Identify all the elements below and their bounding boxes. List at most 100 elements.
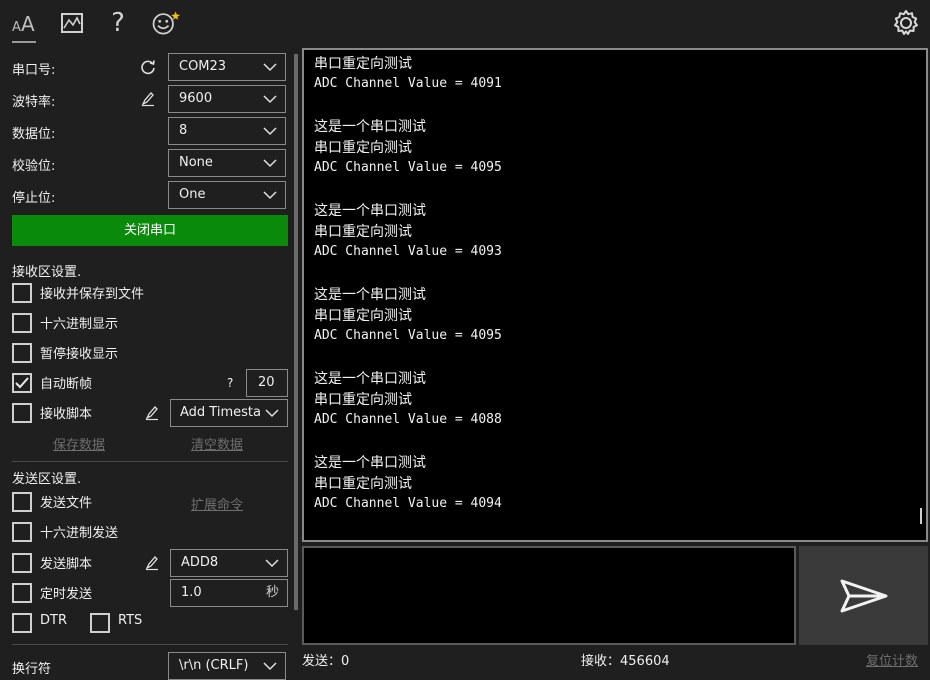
databits-label: 数据位: xyxy=(12,127,56,142)
terminal-line: 这是一个串口测试 xyxy=(314,455,426,471)
auto-frame-input[interactable]: 20 xyxy=(246,369,288,397)
terminal-scrollbar[interactable] xyxy=(920,508,922,524)
edit-icon[interactable] xyxy=(142,553,162,573)
baud-select[interactable]: 9600 xyxy=(168,85,286,113)
settings-icon[interactable] xyxy=(891,8,921,38)
refresh-icon[interactable] xyxy=(138,57,158,77)
active-tab-indicator xyxy=(12,41,36,43)
terminal-line: ADC Channel Value = 4093 xyxy=(314,244,502,259)
pause-display-checkbox[interactable] xyxy=(12,343,32,363)
save-to-file-checkbox[interactable] xyxy=(12,283,32,303)
timed-send-value: 1.0 xyxy=(181,585,202,600)
port-select-value: COM23 xyxy=(179,59,227,74)
send-file-checkbox[interactable] xyxy=(12,492,32,512)
databits-select-value: 8 xyxy=(179,123,188,138)
terminal-line: 这是一个串口测试 xyxy=(314,371,426,387)
save-to-file-label: 接收并保存到文件 xyxy=(40,287,145,302)
baud-label: 波特率: xyxy=(12,95,56,110)
check-icon xyxy=(15,377,29,389)
smiley-icon[interactable] xyxy=(150,8,180,38)
edit-icon[interactable] xyxy=(142,403,162,423)
port-select[interactable]: COM23 xyxy=(168,53,286,81)
send-script-select[interactable]: ADD8 xyxy=(170,549,288,577)
terminal-line: 这是一个串口测试 xyxy=(314,203,426,219)
timed-send-checkbox[interactable] xyxy=(12,583,32,603)
rts-label: RTS xyxy=(118,613,143,628)
svg-text:A: A xyxy=(12,20,21,35)
clear-data-link[interactable]: 清空数据 xyxy=(191,434,243,453)
save-data-link[interactable]: 保存数据 xyxy=(53,434,105,453)
hex-display-checkbox[interactable] xyxy=(12,313,32,333)
chevron-down-icon xyxy=(263,159,277,168)
terminal-line: 串口重定向测试 xyxy=(314,224,412,240)
receive-script-select[interactable]: Add Timesta xyxy=(170,399,288,427)
newline-select[interactable]: \r\n (CRLF) xyxy=(168,652,286,680)
chart-icon[interactable] xyxy=(57,8,87,38)
terminal-line: ADC Channel Value = 4091 xyxy=(314,76,502,91)
stopbits-label: 停止位: xyxy=(12,191,56,206)
port-label: 串口号: xyxy=(12,63,56,78)
send-input[interactable] xyxy=(302,546,796,645)
font-icon[interactable]: AA xyxy=(9,8,39,38)
rts-checkbox[interactable] xyxy=(90,613,110,633)
timed-send-input[interactable]: 1.0 秒 xyxy=(170,579,288,607)
terminal-line: 这是一个串口测试 xyxy=(314,287,426,303)
terminal-line: 串口重定向测试 xyxy=(314,56,412,72)
section-divider xyxy=(12,461,288,462)
chevron-down-icon xyxy=(263,127,277,136)
parity-select[interactable]: None xyxy=(168,149,286,177)
receive-script-label: 接收脚本 xyxy=(40,407,93,422)
receive-script-checkbox[interactable] xyxy=(12,403,32,423)
parity-select-value: None xyxy=(179,155,213,170)
send-script-value: ADD8 xyxy=(181,555,219,570)
terminal-line: 串口重定向测试 xyxy=(314,140,412,156)
baud-select-value: 9600 xyxy=(179,91,213,106)
send-script-label: 发送脚本 xyxy=(40,557,93,572)
stopbits-select[interactable]: One xyxy=(168,181,286,209)
chevron-down-icon xyxy=(263,191,277,200)
receive-section-title: 接收区设置. xyxy=(12,265,82,280)
terminal-line: 串口重定向测试 xyxy=(314,392,412,408)
terminal-line: ADC Channel Value = 4095 xyxy=(314,328,502,343)
reset-count-link[interactable]: 复位计数 xyxy=(866,650,918,669)
send-script-checkbox[interactable] xyxy=(12,553,32,573)
extend-command-link[interactable]: 扩展命令 xyxy=(191,494,243,513)
chevron-down-icon xyxy=(265,559,279,568)
dtr-checkbox[interactable] xyxy=(12,613,32,633)
chevron-down-icon xyxy=(263,95,277,104)
terminal-line: 这是一个串口测试 xyxy=(314,119,426,135)
send-file-label: 发送文件 xyxy=(40,496,93,511)
chevron-down-icon xyxy=(263,63,277,72)
terminal-line: ADC Channel Value = 4088 xyxy=(314,412,502,427)
databits-select[interactable]: 8 xyxy=(168,117,286,145)
terminal-line: ADC Channel Value = 4095 xyxy=(314,160,502,175)
settings-scrollbar[interactable] xyxy=(294,54,298,610)
auto-frame-label: 自动断帧 xyxy=(40,377,93,392)
timed-send-unit: 秒 xyxy=(265,585,279,600)
dtr-label: DTR xyxy=(40,613,67,628)
section-divider xyxy=(12,644,288,645)
hex-send-label: 十六进制发送 xyxy=(40,526,119,541)
close-port-button[interactable]: 关闭串口 xyxy=(12,215,288,246)
terminal-line: 串口重定向测试 xyxy=(314,308,412,324)
send-button[interactable] xyxy=(799,546,928,645)
send-icon xyxy=(840,579,887,612)
terminal-line: 串口重定向测试 xyxy=(314,476,412,492)
terminal-line: ADC Channel Value = 4094 xyxy=(314,496,502,511)
newline-select-value: \r\n (CRLF) xyxy=(179,658,249,673)
stopbits-select-value: One xyxy=(179,187,206,202)
auto-frame-checkbox[interactable] xyxy=(12,373,32,393)
help-icon[interactable]: ? xyxy=(103,8,133,38)
auto-frame-help-icon[interactable]: ? xyxy=(227,376,233,390)
chevron-down-icon xyxy=(265,409,279,418)
parity-label: 校验位: xyxy=(12,159,56,174)
svg-text:A: A xyxy=(21,12,35,35)
receive-script-value: Add Timesta xyxy=(180,405,261,420)
hex-send-checkbox[interactable] xyxy=(12,522,32,542)
edit-icon[interactable] xyxy=(138,89,158,109)
receive-terminal[interactable]: 串口重定向测试 ADC Channel Value = 4091 这是一个串口测试串… xyxy=(302,48,928,542)
top-toolbar: AA ? xyxy=(0,0,930,46)
newline-label: 换行符 xyxy=(12,662,52,677)
hex-display-label: 十六进制显示 xyxy=(40,317,119,332)
pause-display-label: 暂停接收显示 xyxy=(40,347,119,362)
